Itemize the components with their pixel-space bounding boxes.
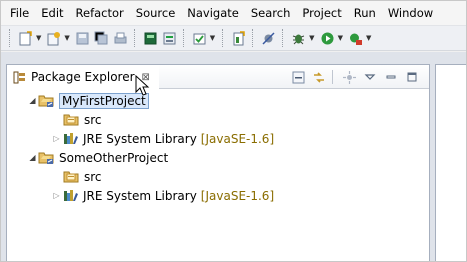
editor-area-edge (435, 64, 466, 261)
project-tree: ◢ MyFirstProject src ▷ JRE System Librar… (7, 91, 429, 205)
main-toolbar: ▼ ▼ ▼ ▼ ▼ ▼ (1, 25, 466, 51)
collapsed-triangle-icon[interactable]: ▷ (51, 190, 62, 201)
source-folder-icon (63, 169, 80, 185)
new-type-icon[interactable] (45, 30, 62, 47)
tree-row[interactable]: ◢ MyFirstProject (7, 91, 429, 110)
maximize-icon[interactable] (403, 68, 421, 86)
print-icon[interactable] (112, 30, 129, 47)
tree-row[interactable]: src (7, 110, 429, 129)
toolbar-separator (133, 29, 137, 47)
tree-row[interactable]: ◢ SomeOtherProject (7, 148, 429, 167)
collapsed-triangle-icon[interactable]: ▷ (51, 133, 62, 144)
menu-project[interactable]: Project (296, 3, 347, 23)
expanded-triangle-icon[interactable]: ◢ (27, 95, 38, 106)
menu-refactor[interactable]: Refactor (70, 3, 130, 23)
view-toolbar (286, 65, 429, 89)
chevron-down-icon[interactable]: ▼ (36, 34, 41, 42)
tree-row-label: src (84, 112, 102, 127)
menu-window[interactable]: Window (382, 3, 439, 23)
tree-row-label: JRE System Library (83, 188, 197, 203)
eclipse-window: File Edit Refactor Source Navigate Searc… (0, 0, 467, 262)
toolbar-separator (182, 29, 186, 47)
mouse-cursor-icon (135, 75, 150, 96)
toolbar-separator (252, 29, 255, 47)
java-project-icon (38, 93, 55, 109)
minimize-icon[interactable] (382, 68, 400, 86)
menu-run[interactable]: Run (348, 3, 382, 23)
tree-row[interactable]: ▷ JRE System Library [JavaSE-1.6] (7, 129, 429, 148)
task-icon[interactable] (191, 30, 208, 47)
debug-icon[interactable] (290, 30, 307, 47)
chevron-down-icon[interactable]: ▼ (309, 34, 314, 42)
library-icon (62, 188, 79, 204)
library-icon (62, 131, 79, 147)
chevron-down-icon[interactable]: ▼ (338, 34, 343, 42)
view-toolbar-separator (332, 70, 333, 84)
skip-breakpoints-icon[interactable] (260, 30, 277, 47)
menu-search[interactable]: Search (245, 3, 297, 23)
new-icon[interactable] (17, 30, 34, 47)
menu-edit[interactable]: Edit (35, 3, 69, 23)
package-explorer-icon (13, 71, 26, 84)
expanded-triangle-icon[interactable]: ◢ (27, 152, 38, 163)
tree-row[interactable]: ▷ JRE System Library [JavaSE-1.6] (7, 186, 429, 205)
menu-navigate[interactable]: Navigate (181, 3, 245, 23)
run-icon[interactable] (319, 30, 336, 47)
menu-source[interactable]: Source (130, 3, 182, 23)
workbench-area: Package Explorer ⊠ ◢ MyFirstProject src … (1, 52, 466, 261)
new-file-icon[interactable] (230, 30, 247, 47)
package-explorer-view: Package Explorer ⊠ ◢ MyFirstProject src … (6, 64, 430, 261)
chevron-down-icon[interactable]: ▼ (64, 34, 69, 42)
source-folder-icon (63, 112, 80, 128)
chevron-down-icon[interactable]: ▼ (210, 34, 215, 42)
view-menu-icon[interactable] (361, 68, 379, 86)
menu-file[interactable]: File (4, 3, 35, 23)
jre-version-label: [JavaSE-1.6] (200, 188, 275, 203)
toolbar-grip[interactable] (9, 29, 12, 47)
console-icon[interactable] (142, 30, 159, 47)
view-title: Package Explorer (31, 70, 135, 84)
tree-row[interactable]: src (7, 167, 429, 186)
external-tools-icon[interactable] (347, 30, 364, 47)
save-all-icon[interactable] (93, 30, 110, 47)
menu-bar: File Edit Refactor Source Navigate Searc… (1, 1, 466, 25)
terminal-icon[interactable] (161, 30, 178, 47)
link-with-editor-icon[interactable] (310, 68, 328, 86)
toolbar-separator (282, 29, 285, 47)
chevron-down-icon[interactable]: ▼ (366, 34, 371, 42)
tree-row-label: JRE System Library (83, 131, 197, 146)
focus-task-icon[interactable] (340, 68, 358, 86)
jre-version-label: [JavaSE-1.6] (200, 131, 275, 146)
tree-row-label: SomeOtherProject (59, 150, 169, 165)
toolbar-separator (222, 29, 225, 47)
java-project-icon (38, 150, 55, 166)
tree-row-label: src (84, 169, 102, 184)
save-icon[interactable] (74, 30, 91, 47)
collapse-all-icon[interactable] (289, 68, 307, 86)
view-tab-bar: Package Explorer ⊠ (7, 65, 429, 89)
